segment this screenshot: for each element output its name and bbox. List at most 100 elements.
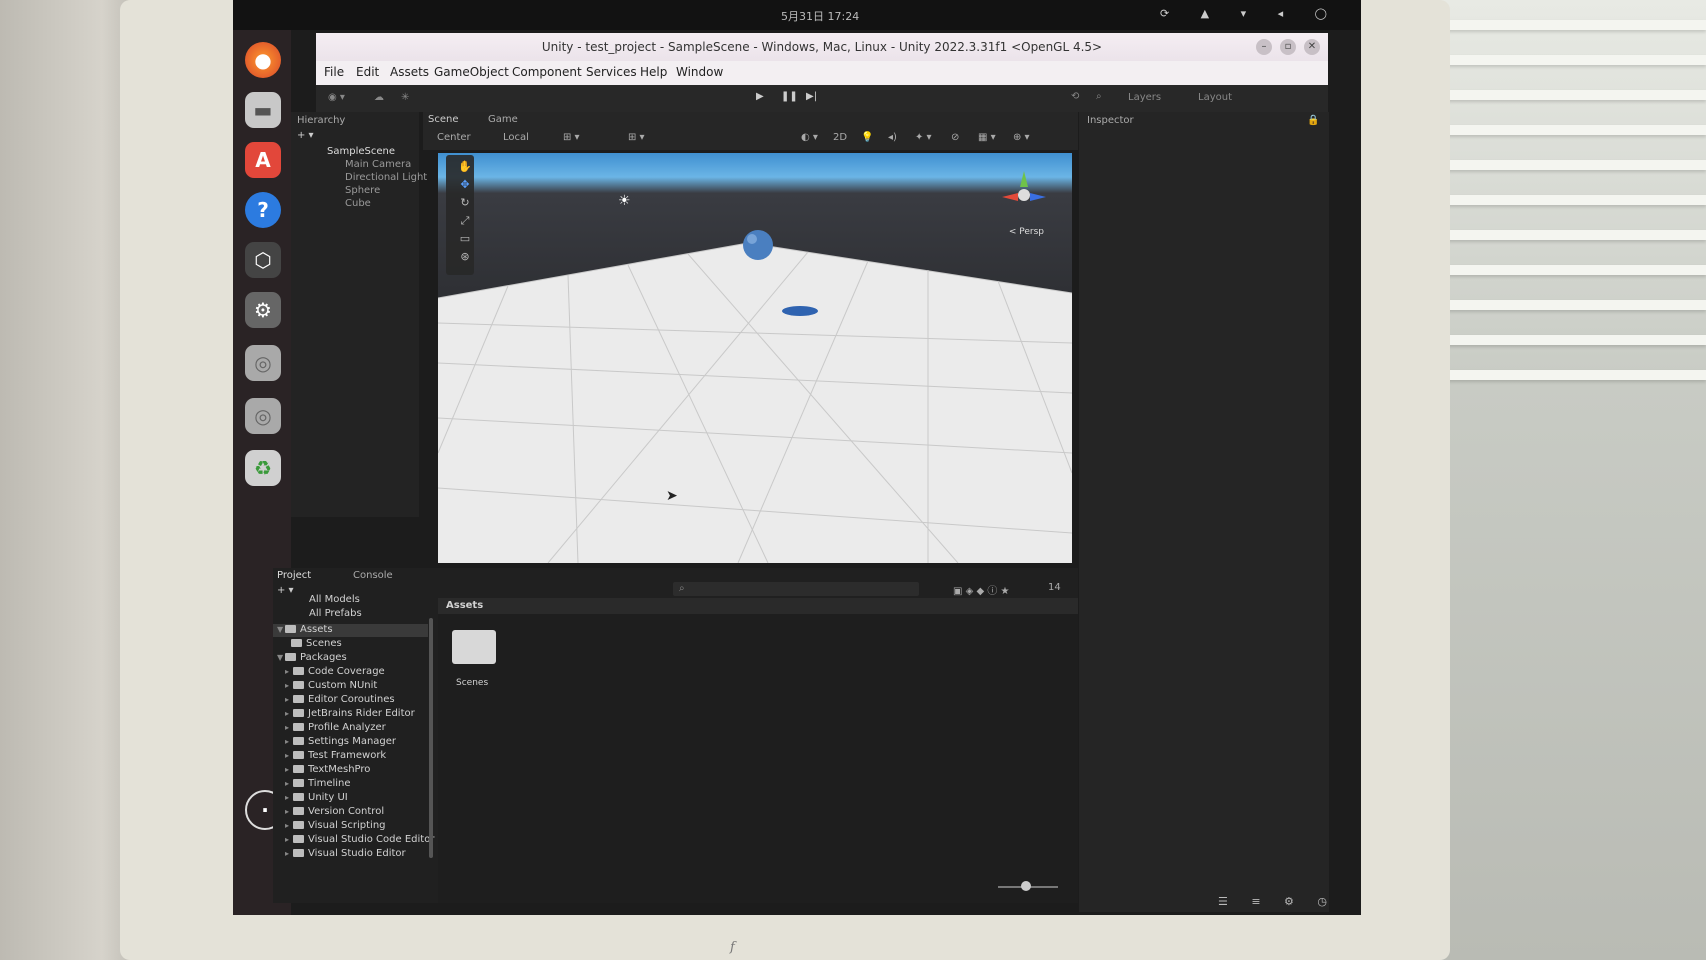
system-tray-icons[interactable]: ⟳ ▲ ▾ ◂ ◯ [1160,7,1341,20]
tree-scrollbar[interactable] [429,618,433,858]
pause-icon[interactable]: ❚❚ [781,91,798,102]
minimize-button[interactable]: – [1256,39,1272,55]
scale-tool-icon[interactable]: ⤢ [456,213,474,229]
tree-item[interactable]: ▸ Unity UI [285,792,348,803]
maximize-button[interactable]: ▫ [1280,39,1296,55]
lighting-icon[interactable]: 💡 [861,132,873,143]
inspector-tab[interactable]: Inspector [1087,115,1134,126]
tree-item[interactable]: ▸ Version Control [285,806,384,817]
tree-item[interactable]: ▸ Visual Studio Code Editor [285,834,434,845]
scene-root[interactable]: SampleScene [327,146,395,157]
firefox-icon[interactable]: ● [245,42,281,78]
unity-hub-icon[interactable]: ⬡ [245,242,281,278]
menu-help[interactable]: Help [640,65,667,79]
menu-edit[interactable]: Edit [356,65,379,79]
effects-icon[interactable]: ✦ ▾ [915,132,932,143]
snap-icon[interactable]: ⊞ ▾ [563,132,580,143]
disc-icon[interactable]: ◎ [245,398,281,434]
create-asset-button[interactable]: + ▾ [277,585,294,596]
bottom-status-icons[interactable]: ☰ ≡ ⚙ ◷ [1218,895,1337,908]
tab-scene[interactable]: Scene [428,114,459,125]
unity-window-titlebar[interactable]: Unity - test_project - SampleScene - Win… [316,33,1328,61]
filter-all-prefabs[interactable]: All Prefabs [309,608,362,619]
zoom-slider-thumb[interactable] [1021,881,1031,891]
hierarchy-item[interactable]: Main Camera [345,159,411,170]
hidden-count-badge[interactable]: 14 [1048,582,1061,593]
menu-assets[interactable]: Assets [390,65,429,79]
shading-mode-icon[interactable]: ◐ ▾ [801,132,818,143]
camera-settings-icon[interactable]: ▦ ▾ [978,132,996,143]
tree-item[interactable]: Scenes [291,638,342,649]
hierarchy-item[interactable]: Cube [345,198,371,209]
orientation-gizmo[interactable] [994,163,1054,223]
layout-dropdown[interactable]: Layout [1198,92,1232,103]
hierarchy-item[interactable]: Directional Light [345,172,427,183]
tree-item-assets[interactable]: ▼ Assets [277,624,333,635]
filter-icons[interactable]: ▣ ◈ ◆ ⓘ ★ [953,582,1010,597]
create-button[interactable]: + ▾ [297,130,314,141]
tree-item-packages[interactable]: ▼ Packages [277,652,347,663]
audio-icon[interactable]: ◂) [888,132,897,143]
tree-item[interactable]: ▸ Profile Analyzer [285,722,386,733]
app-center-icon[interactable]: A [245,142,281,178]
tree-item[interactable]: ▸ Timeline [285,778,351,789]
assets-breadcrumb[interactable]: Assets [446,600,483,611]
gizmos-icon[interactable]: ⊕ ▾ [1013,132,1030,143]
system-clock[interactable]: 5月31日 17:24 [781,8,859,24]
tree-item[interactable]: ▸ Test Framework [285,750,386,761]
menu-services[interactable]: Services [586,65,637,79]
layers-dropdown[interactable]: Layers [1128,92,1161,103]
2d-toggle[interactable]: 2D [833,132,847,143]
console-tab[interactable]: Console [353,570,393,581]
help-icon[interactable]: ? [245,192,281,228]
tree-item[interactable]: ▸ Custom NUnit [285,680,377,691]
folder-icon[interactable] [452,630,496,664]
asset-item-label[interactable]: Scenes [456,678,488,688]
tree-item[interactable]: ▸ TextMeshPro [285,764,370,775]
menu-file[interactable]: File [324,65,344,79]
tree-item[interactable]: ▸ Settings Manager [285,736,396,747]
system-top-bar: 5月31日 17:24 ⟳ ▲ ▾ ◂ ◯ [233,0,1361,30]
trash-icon[interactable]: ♻ [245,450,281,486]
hierarchy-tab[interactable]: Hierarchy [297,115,345,126]
hierarchy-item[interactable]: Sphere [345,185,380,196]
tree-item[interactable]: ▸ Visual Studio Editor [285,848,406,859]
pivot-dropdown[interactable]: Center [437,132,471,143]
tab-game[interactable]: Game [488,114,518,125]
move-tool-icon[interactable]: ✥ [456,177,474,193]
transform-tool-icon[interactable]: ⊛ [456,249,474,265]
project-tab[interactable]: Project [277,570,311,581]
projection-label[interactable]: < Persp [1009,227,1044,237]
project-search-input[interactable]: ⌕ [673,582,919,596]
tree-item[interactable]: ▸ Visual Scripting [285,820,386,831]
menu-window[interactable]: Window [676,65,723,79]
close-button[interactable]: ✕ [1304,39,1320,55]
menu-component[interactable]: Component [512,65,582,79]
cloud-icon[interactable]: ☁ [374,92,384,103]
tree-item[interactable]: ▸ Editor Coroutines [285,694,395,705]
hand-tool-icon[interactable]: ✋ [456,159,474,175]
filter-all-models[interactable]: All Models [309,594,360,605]
inspector-panel: Inspector 🔒 [1079,112,1329,912]
undo-history-icon[interactable]: ⟲ [1071,91,1079,102]
tree-item[interactable]: ▸ JetBrains Rider Editor [285,708,415,719]
lock-icon[interactable]: 🔒 [1307,115,1319,126]
unity-editor-icon[interactable]: ⚙ [245,292,281,328]
step-icon[interactable]: ▶| [806,91,817,102]
space-dropdown[interactable]: Local [503,132,529,143]
light-gizmo-icon[interactable]: ☀ [618,193,631,209]
rotate-tool-icon[interactable]: ↻ [456,195,474,211]
grid-icon[interactable]: ⊞ ▾ [628,132,645,143]
tree-item[interactable]: ▸ Code Coverage [285,666,385,677]
play-icon[interactable]: ▶ [756,91,764,102]
rect-tool-icon[interactable]: ▭ [456,231,474,247]
collab-icon[interactable]: ✳ [401,92,409,103]
menu-gameobject[interactable]: GameObject [434,65,509,79]
scene-viewport[interactable]: ☀ ✋ ✥ ↻ ⤢ ▭ ⊛ < Persp ➤ [438,153,1072,563]
files-icon[interactable]: ▬ [245,92,281,128]
project-tree: ▼ Assets Scenes ▼ Packages ▸ Code Coverage … [273,624,434,904]
visibility-icon[interactable]: ⊘ [951,132,959,143]
account-icon[interactable]: ◉ ▾ [328,92,345,103]
search-icon[interactable]: ⌕ [1096,91,1102,102]
disc-icon[interactable]: ◎ [245,345,281,381]
